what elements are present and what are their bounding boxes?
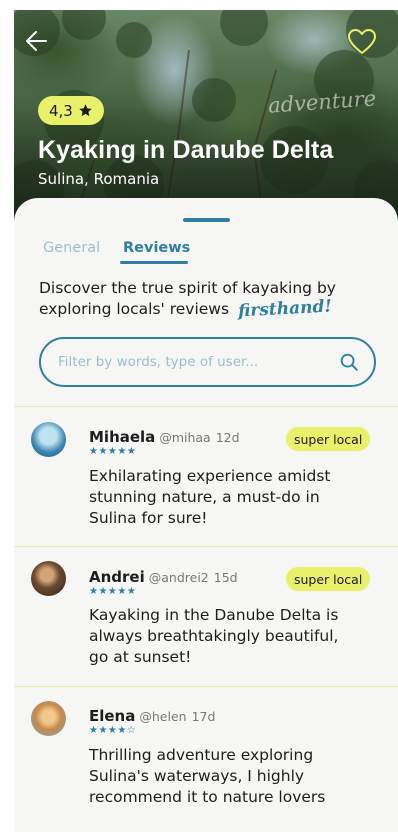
- rating-value: 4,3: [49, 101, 73, 120]
- drag-handle[interactable]: [183, 218, 230, 222]
- review-time: 15d: [213, 570, 238, 585]
- review-line: Thrilling adventure exploring: [89, 746, 314, 764]
- tab-general[interactable]: General: [43, 240, 100, 256]
- status-badge: super local: [286, 567, 371, 591]
- review-stars: ★★★★★: [89, 586, 137, 597]
- favorite-button[interactable]: [346, 27, 378, 57]
- review-line: Sulina's waterways, I highly: [89, 767, 305, 785]
- review-stars: ★★★★☆: [89, 725, 137, 736]
- review-line: Sulina for sure!: [89, 509, 208, 527]
- review-line: recommend it to nature lovers: [89, 788, 326, 806]
- star-icon: [79, 104, 92, 117]
- review-time: 12d: [215, 430, 240, 445]
- review-line: Exhilarating experience amidst: [89, 467, 331, 485]
- review-line: stunning nature, a must-do in: [89, 488, 320, 506]
- reviewer-name-text: Andrei: [89, 568, 145, 586]
- search-bar[interactable]: Filter by words, type of user...: [39, 337, 376, 387]
- reviewer-name-text: Mihaela: [89, 428, 156, 446]
- tab-reviews[interactable]: Reviews: [123, 240, 190, 256]
- review-time: 17d: [191, 709, 216, 724]
- back-button[interactable]: [22, 26, 52, 56]
- page-title: Kyaking in Danube Delta: [38, 136, 334, 164]
- active-tab-indicator: [120, 261, 188, 264]
- reviewer-name-text: Elena: [89, 707, 136, 725]
- review-stars: ★★★★★: [89, 446, 137, 457]
- intro-line: Discover the true spirit of kayaking by: [39, 279, 336, 297]
- reviewer-name: Andrei @andrei2 15d: [89, 568, 238, 586]
- reviewer-handle[interactable]: @helen: [139, 709, 186, 724]
- avatar[interactable]: [31, 561, 66, 596]
- reviewer-name: Mihaela @mihaa 12d: [89, 428, 240, 446]
- heart-icon: [348, 29, 376, 54]
- review-text: Kayaking in the Danube Delta is always b…: [89, 605, 379, 668]
- search-input[interactable]: Filter by words, type of user...: [58, 354, 338, 370]
- review-line: go at sunset!: [89, 648, 192, 666]
- back-arrow-icon: [26, 31, 47, 51]
- search-icon[interactable]: [338, 351, 360, 373]
- rating-badge: 4,3: [38, 96, 104, 125]
- reviewer-name: Elena @helen 17d: [89, 707, 215, 725]
- location-subtitle: Sulina, Romania: [38, 170, 160, 188]
- reviewer-handle[interactable]: @andrei2: [149, 570, 209, 585]
- avatar[interactable]: [31, 422, 66, 457]
- reviewer-handle[interactable]: @mihaa: [159, 430, 210, 445]
- avatar[interactable]: [31, 701, 66, 736]
- review-line: always breathtakingly beautiful,: [89, 627, 339, 645]
- review-text: Exhilarating experience amidst stunning …: [89, 466, 379, 529]
- status-badge: super local: [286, 427, 371, 451]
- review-text: Thrilling adventure exploring Sulina's w…: [89, 745, 379, 808]
- review-line: Kayaking in the Danube Delta is: [89, 606, 339, 624]
